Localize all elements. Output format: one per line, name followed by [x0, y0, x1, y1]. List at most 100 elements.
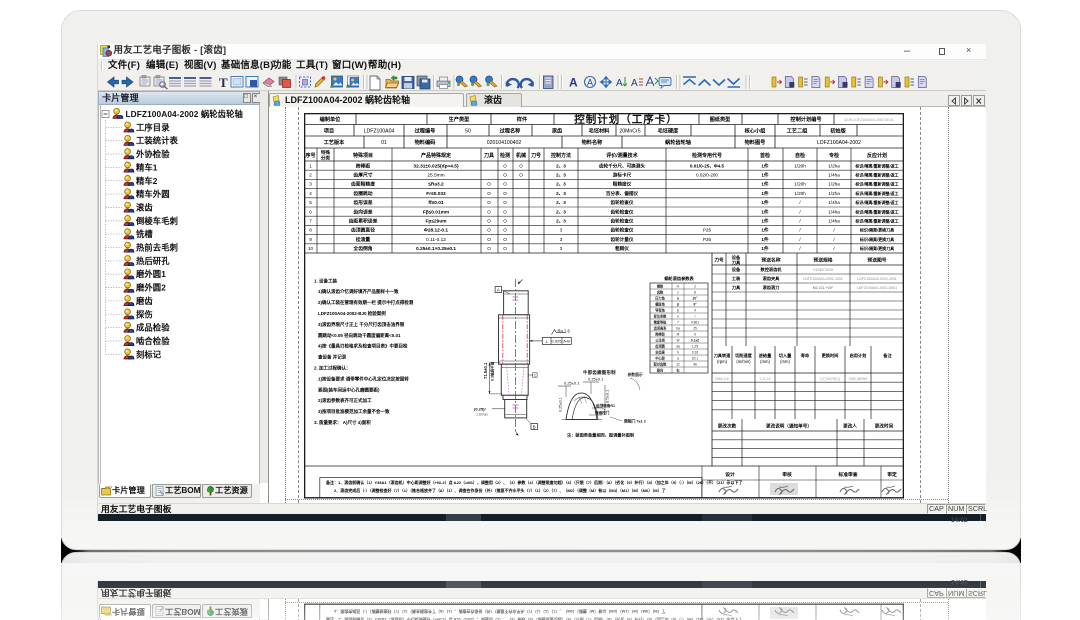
svg-text:1/2ha: 1/2ha [828, 191, 840, 196]
svg-text:1/20h: 1/20h [794, 163, 806, 168]
svg-text:A: A [631, 78, 638, 89]
svg-text:检测: 检测 [500, 152, 510, 159]
svg-text:1件: 1件 [761, 208, 769, 215]
svg-text:0.25±0.1: 0.25±0.1 [588, 377, 604, 382]
svg-text:A: A [569, 75, 578, 89]
svg-text:1/4ha: 1/4ha [828, 219, 840, 224]
svg-text:α: α [677, 296, 679, 300]
svg-text:数控滚齿机: 数控滚齿机 [761, 266, 783, 273]
svg-text:1080-380962: 1080-380962 [849, 377, 868, 381]
svg-text:1/20h: 1/20h [794, 182, 806, 187]
svg-text:1)按设备要求 调带零件中心孔定位决定按固转: 1)按设备要求 调带零件中心孔定位决定按固转 [318, 375, 409, 382]
svg-text:20°: 20° [693, 296, 699, 300]
svg-text:切削速度: 切削速度 [735, 352, 753, 359]
svg-text:标识/隔离/更换刀具: 标识/隔离/更换刀具 [859, 227, 894, 233]
svg-text:O: O [487, 219, 491, 224]
svg-text:导程角: 导程角 [655, 307, 665, 312]
svg-text:LDFZ100A04-2002-BJ0 检验案例: LDFZ100A04-2002-BJ0 检验案例 [318, 310, 386, 317]
svg-text:1/4ha: 1/4ha [828, 173, 840, 178]
svg-text:β: β [677, 302, 679, 306]
svg-text:1件: 1件 [761, 236, 769, 243]
svg-text:4: 4 [309, 191, 312, 196]
svg-text:46: 46 [693, 362, 697, 366]
svg-text:齿顶倒角R1: 齿顶倒角R1 [596, 403, 615, 408]
svg-text:3: 3 [560, 246, 563, 251]
svg-text:O: O [503, 219, 507, 224]
svg-text:齿距累积误差: 齿距累积误差 [349, 218, 378, 225]
svg-text:模数: 模数 [657, 283, 664, 288]
svg-text:8°: 8° [693, 302, 697, 306]
svg-text:刀具: 刀具 [732, 259, 741, 266]
svg-text:/: / [799, 237, 801, 242]
svg-text:2、3: 2、3 [556, 191, 566, 197]
svg-text:序号: 序号 [304, 152, 315, 159]
svg-text:7: 7 [309, 219, 312, 224]
svg-text:32.31±0.025(dp=4.5): 32.31±0.025(dp=4.5) [413, 163, 459, 169]
svg-text:1件: 1件 [761, 162, 769, 169]
svg-text:标识/隔离/重新调整/返工: 标识/隔离/重新调整/返工 [854, 208, 898, 214]
svg-text:0.861: 0.861 [691, 320, 699, 324]
svg-text:0.01/0-25、Φ4.5: 0.01/0-25、Φ4.5 [690, 163, 725, 169]
svg-text:刻标记: 刻标记 [136, 349, 162, 359]
svg-text:6.3轴肩平面: 6.3轴肩平面 [490, 361, 495, 381]
svg-text:过程编号: 过程编号 [415, 127, 436, 135]
svg-text:1件: 1件 [761, 245, 769, 252]
svg-text:标识/隔离/更换刀具: 标识/隔离/更换刀具 [859, 245, 894, 251]
svg-text:设计: 设计 [725, 471, 735, 478]
svg-text:旋向: 旋向 [656, 367, 663, 372]
svg-text:更改次数: 更改次数 [718, 423, 737, 430]
svg-text:齿顶高系: 齿顶高系 [654, 325, 668, 330]
svg-text:W: W [676, 338, 679, 342]
svg-text:M: M [677, 332, 680, 336]
svg-text:0.1±2: 0.1±2 [691, 338, 699, 342]
svg-text:齿向误差: 齿向误差 [353, 208, 372, 215]
svg-text:工装统计表: 工装统计表 [136, 136, 179, 146]
svg-text:LDFZ100A03-2002-J001: LDFZ100A03-2002-J001 [803, 277, 843, 281]
svg-text:B: B [533, 425, 536, 430]
svg-text:1.25: 1.25 [692, 344, 698, 348]
svg-text:x: x [677, 314, 679, 318]
svg-text:O: O [503, 182, 507, 187]
svg-text:0.02/0-200: 0.02/0-200 [696, 173, 718, 178]
svg-text:2、3: 2、3 [556, 209, 566, 215]
svg-text:跨棒距: 跨棒距 [356, 162, 371, 169]
svg-text:2、滚齿完成后（·）（调整检查好（7）（1）（推合格放齐了（: 2、滚齿完成后（·）（调整检查好（7）（1）（推合格放齐了（8）（1）、调查在作… [334, 487, 666, 493]
svg-text:分类: 分类 [321, 155, 331, 162]
svg-text:4: 4 [694, 308, 696, 312]
svg-text:LDFZ100A04-2002 蜗轮齿轮轴: LDFZ100A04-2002 蜗轮齿轮轴 [126, 109, 243, 119]
svg-text:齿数: 齿数 [657, 289, 664, 294]
svg-text:10: 10 [308, 246, 314, 251]
svg-text:1(7)76679(01): 1(7)76679(01) [820, 377, 840, 381]
svg-text:3: 3 [309, 182, 312, 187]
svg-text:O: O [503, 173, 507, 178]
svg-text:3. 质量要求： A)尺寸 4)面积: 3. 质量要求： A)尺寸 4)面积 [314, 419, 371, 426]
svg-text:0.16: 0.16 [692, 350, 698, 354]
svg-text:20MnCr5: 20MnCr5 [619, 129, 640, 135]
svg-text:磨齿: 磨齿 [135, 296, 153, 306]
svg-text:参数图示: 参数图示 [627, 372, 643, 377]
svg-text:0.25±0.1: 0.25±0.1 [559, 397, 563, 412]
svg-text:齿轮计量仪: 齿轮计量仪 [611, 236, 634, 243]
svg-text:/: / [833, 246, 835, 251]
svg-text:滚齿: 滚齿 [136, 202, 153, 212]
svg-text:LDFZ100A04-2002-D001: LDFZ100A04-2002-D001 [857, 286, 897, 290]
svg-text:物料图号: 物料图号 [745, 138, 766, 146]
svg-text:精车外圆: 精车外圆 [136, 189, 170, 199]
svg-text:Φ28.12-0.1: Φ28.12-0.1 [424, 228, 449, 234]
svg-text:2)确认工装在管理有效期一栏 提示中打点得检测: 2)确认工装在管理有效期一栏 提示中打点得检测 [318, 299, 414, 306]
svg-text:/: / [799, 228, 801, 233]
svg-text:控制计划编号: 控制计划编号 [790, 115, 821, 123]
svg-text:A-B: A-B [563, 339, 570, 344]
svg-text:7: 7 [677, 320, 679, 324]
svg-text:跨棒距: 跨棒距 [655, 331, 665, 336]
svg-text:O: O [487, 246, 491, 251]
svg-text:螺旋角: 螺旋角 [655, 301, 665, 306]
svg-text:热前去毛刺: 热前去毛刺 [136, 243, 178, 253]
svg-text:/: / [799, 200, 801, 205]
svg-text:C: C [534, 373, 537, 377]
svg-text:压力角: 压力角 [655, 295, 665, 300]
svg-text:外协检验: 外协检验 [136, 149, 170, 159]
svg-text:1)确认滚齿介忆调好填齐产品图样十一致: 1)确认滚齿介忆调好填齐产品图样十一致 [318, 288, 399, 295]
svg-text:查设备 并记录: 查设备 并记录 [317, 354, 347, 361]
svg-text:O: O [487, 209, 491, 214]
